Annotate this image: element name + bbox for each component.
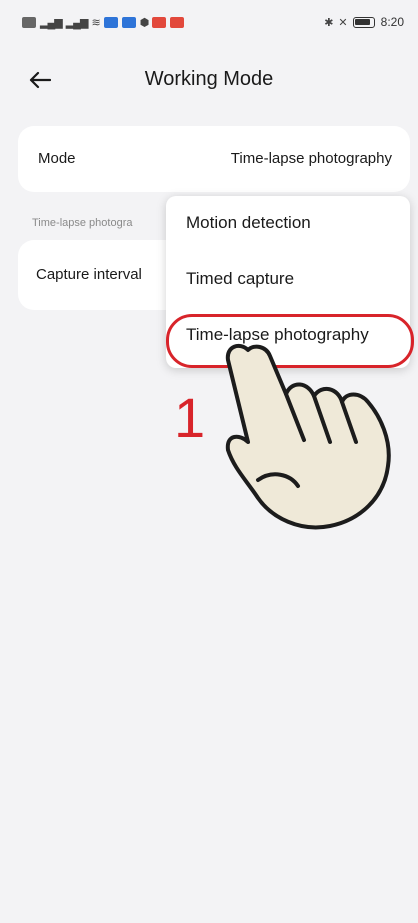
- bluetooth-icon: ✱: [324, 16, 333, 29]
- sim-icon: [22, 16, 36, 28]
- wifi-icon: ≋: [91, 16, 100, 29]
- page-title: Working Mode: [144, 67, 274, 90]
- pointing-hand-icon: [200, 330, 400, 540]
- status-icons-right: ✱ ✕ 8:20: [324, 15, 404, 29]
- mode-row[interactable]: Mode Time-lapse photography: [18, 126, 410, 192]
- mode-label: Mode: [38, 150, 76, 167]
- signal-icon: ▂▄▆: [40, 16, 63, 29]
- arrow-left-icon[interactable]: [22, 62, 58, 98]
- menu-item-motion-detection[interactable]: Motion detection: [186, 213, 311, 233]
- capture-interval-label: Capture interval: [36, 266, 142, 283]
- app-notification-icon-3: [152, 16, 167, 28]
- header: Working Mode: [0, 44, 418, 114]
- status-icons-left: ▂▄▆ ▂▄▆ ≋ ⬢: [22, 16, 185, 29]
- menu-item-timed-capture[interactable]: Timed capture: [186, 269, 294, 289]
- mode-value: Time-lapse photography: [230, 150, 392, 167]
- shield-icon: ⬢: [139, 16, 150, 29]
- battery-icon: [352, 16, 375, 28]
- status-time: 8:20: [380, 15, 404, 29]
- section-label: Time-lapse photogra: [32, 217, 133, 229]
- signal-icon-2: ▂▄▆: [65, 16, 89, 29]
- app-notification-icon: [103, 16, 118, 28]
- app-notification-icon-2: [121, 16, 136, 28]
- app-notification-icon-4: [170, 16, 185, 28]
- status-bar: ▂▄▆ ▂▄▆ ≋ ⬢ ✱ ✕ 8:20: [0, 0, 418, 44]
- mute-icon: ✕: [338, 16, 347, 29]
